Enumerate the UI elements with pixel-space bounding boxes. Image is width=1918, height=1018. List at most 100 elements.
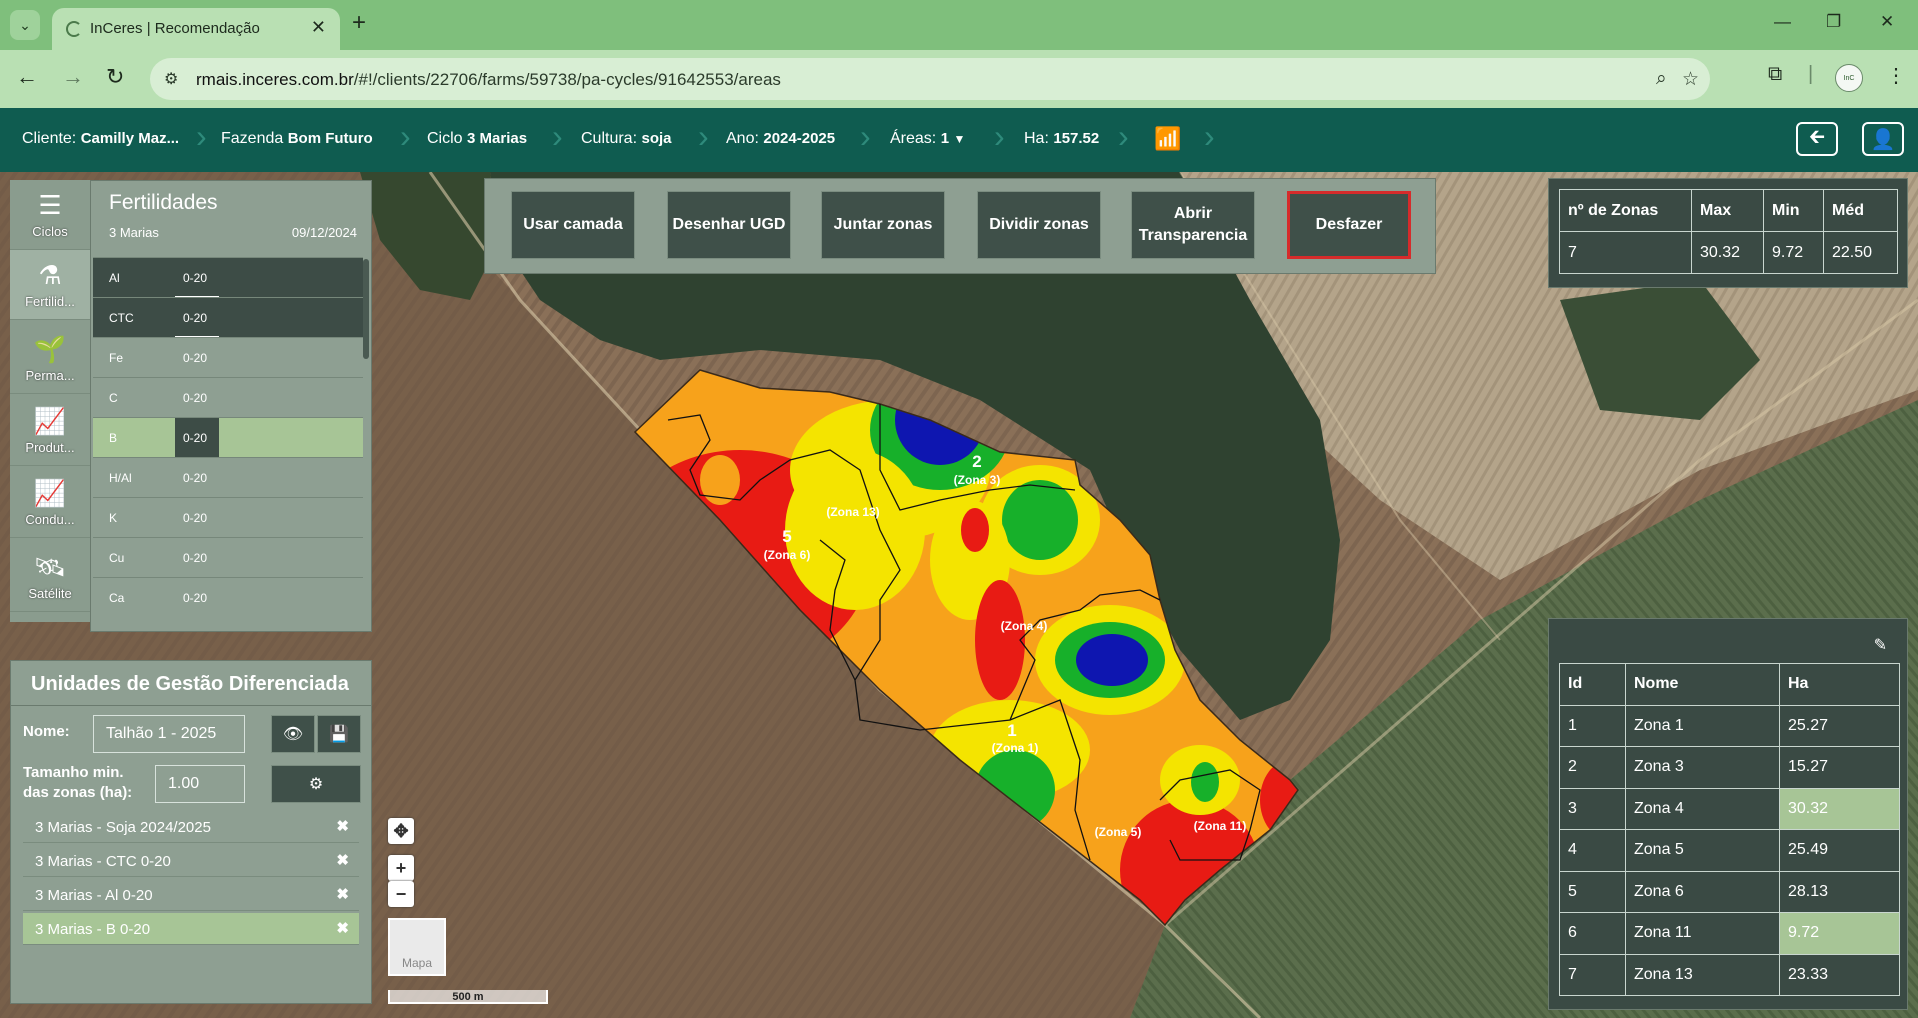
abrir-transparencia-button[interactable]: Abrir Transparencia bbox=[1131, 191, 1255, 259]
stats-cell: 7 bbox=[1559, 231, 1692, 274]
ugd-title: Unidades de Gestão Diferenciada bbox=[31, 673, 349, 695]
panel-subtitle: 3 Marias bbox=[109, 225, 159, 240]
table-row[interactable]: 1 Zona 1 25.27 bbox=[1559, 704, 1900, 747]
save-button[interactable]: 💾 bbox=[317, 715, 361, 753]
generate-zones-button[interactable]: ⚙ bbox=[271, 765, 361, 803]
zone-name: Zona 3 bbox=[1625, 746, 1780, 789]
close-window-icon[interactable]: ✕ bbox=[1880, 12, 1894, 32]
browser-tab[interactable]: InCeres | Recomendação ✕ bbox=[52, 8, 340, 50]
breadcrumb-cliente[interactable]: Cliente: Camilly Maz... bbox=[22, 130, 179, 148]
close-tab-icon[interactable]: ✕ bbox=[311, 17, 326, 38]
fert-depth[interactable]: 0-20 bbox=[175, 378, 219, 418]
fert-depth[interactable]: 0-20 bbox=[175, 458, 219, 498]
layer-item[interactable]: 3 Marias - B 0-20 ✖ bbox=[23, 913, 359, 945]
view-button[interactable]: 👁 bbox=[271, 715, 315, 753]
desenhar-ugd-button[interactable]: Desenhar UGD bbox=[667, 191, 791, 259]
minimize-icon[interactable]: — bbox=[1774, 12, 1791, 32]
scrollbar[interactable] bbox=[363, 259, 369, 359]
breadcrumb-ha: Ha: 157.52 bbox=[1024, 130, 1099, 148]
remove-icon[interactable]: ✖ bbox=[336, 851, 349, 869]
layer-item[interactable]: 3 Marias - CTC 0-20 ✖ bbox=[23, 845, 359, 877]
back-arrow-button[interactable]: 🡰 bbox=[1796, 122, 1838, 156]
table-row[interactable]: 7 Zona 13 23.33 bbox=[1559, 953, 1900, 996]
fert-row[interactable]: Cu 0-20 bbox=[93, 537, 363, 577]
breadcrumb-chevron: › bbox=[994, 118, 1005, 154]
pan-button[interactable]: ✥ bbox=[388, 818, 414, 844]
fert-row[interactable]: K 0-20 bbox=[93, 497, 363, 537]
layer-item[interactable]: 3 Marias - Al 0-20 ✖ bbox=[23, 879, 359, 911]
table-row[interactable]: 6 Zona 11 9.72 bbox=[1559, 912, 1900, 955]
table-row[interactable]: 4 Zona 5 25.49 bbox=[1559, 829, 1900, 872]
min-size-input[interactable] bbox=[155, 765, 245, 803]
fert-row[interactable]: Fe 0-20 bbox=[93, 337, 363, 377]
table-row[interactable]: 5 Zona 6 28.13 bbox=[1559, 870, 1900, 913]
sidebar-item-satelite[interactable]: 🛰 Satélite bbox=[10, 542, 90, 612]
fert-row[interactable]: B 0-20 bbox=[93, 417, 363, 458]
browser-tab-bar: ⌄ InCeres | Recomendação ✕ + — ❐ ✕ bbox=[0, 0, 1918, 50]
breadcrumb-fazenda[interactable]: Fazenda Bom Futuro bbox=[221, 130, 373, 148]
maximize-icon[interactable]: ❐ bbox=[1826, 12, 1841, 32]
breadcrumb-ciclo[interactable]: Ciclo 3 Marias bbox=[427, 130, 527, 148]
sidebar-item-permanentes[interactable]: 🌱 Perma... bbox=[10, 324, 90, 394]
fert-row[interactable]: Ca 0-20 bbox=[93, 577, 363, 617]
fert-row[interactable]: H/Al 0-20 bbox=[93, 457, 363, 497]
browser-address-bar: ← → ↻ ⚙ rmais.inceres.com.br/#!/clients/… bbox=[0, 50, 1918, 108]
fert-depth[interactable]: 0-20 bbox=[175, 578, 219, 618]
layer-label: 3 Marias - Al 0-20 bbox=[35, 887, 153, 904]
forward-icon[interactable]: → bbox=[62, 64, 84, 90]
zone-label-name: (Zona 13) bbox=[826, 505, 879, 519]
fert-depth[interactable]: 0-20 bbox=[175, 298, 219, 338]
zone-id: 3 bbox=[1559, 787, 1626, 830]
remove-icon[interactable]: ✖ bbox=[336, 885, 349, 903]
site-settings-icon[interactable]: ⚙ bbox=[164, 69, 178, 89]
sidebar-item-ciclos[interactable]: ☰ Ciclos bbox=[10, 180, 90, 250]
desfazer-button[interactable]: Desfazer bbox=[1287, 191, 1411, 259]
areas-dropdown[interactable]: Áreas: 1 ▼ bbox=[890, 130, 965, 148]
url-field[interactable]: ⚙ rmais.inceres.com.br/#!/clients/22706/… bbox=[150, 58, 1710, 100]
breadcrumb-ano[interactable]: Ano: 2024-2025 bbox=[726, 130, 835, 148]
reload-icon[interactable]: ↻ bbox=[106, 64, 124, 90]
fert-depth[interactable]: 0-20 bbox=[175, 498, 219, 538]
remove-icon[interactable]: ✖ bbox=[336, 817, 349, 835]
stats-cell: 9.72 bbox=[1763, 231, 1824, 274]
remove-icon[interactable]: ✖ bbox=[336, 919, 349, 937]
zoom-icon[interactable]: ⌕ bbox=[1656, 68, 1667, 90]
zoom-in-button[interactable]: + bbox=[388, 855, 414, 881]
fert-row[interactable]: C 0-20 bbox=[93, 377, 363, 417]
breadcrumb-cultura[interactable]: Cultura: soja bbox=[581, 130, 672, 148]
app-header: Cliente: Camilly Maz... › Fazenda Bom Fu… bbox=[0, 108, 1918, 172]
more-menu-icon[interactable]: ⋮ bbox=[1886, 63, 1906, 88]
user-button[interactable]: 👤 bbox=[1862, 122, 1904, 156]
new-tab-icon[interactable]: + bbox=[352, 9, 366, 37]
sidebar-item-produtividade[interactable]: 📈 Produt... bbox=[10, 396, 90, 466]
table-row[interactable]: 2 Zona 3 15.27 bbox=[1559, 746, 1900, 789]
zoom-out-button[interactable]: − bbox=[388, 881, 414, 907]
bookmark-star-icon[interactable]: ☆ bbox=[1682, 68, 1699, 91]
tab-search-icon[interactable]: ⌄ bbox=[10, 10, 40, 40]
extensions-icon[interactable]: ⧉ bbox=[1768, 63, 1782, 86]
fert-depth[interactable]: 0-20 bbox=[175, 258, 219, 298]
sidebar-item-condutividade[interactable]: 📈 Condu... bbox=[10, 468, 90, 538]
fert-row[interactable]: Al 0-20 bbox=[93, 257, 363, 298]
zone-id: 6 bbox=[1559, 912, 1626, 955]
breadcrumb-chevron: › bbox=[1118, 118, 1129, 154]
sidebar-item-fertilidades[interactable]: ⚗ Fertilid... bbox=[10, 250, 90, 320]
layer-item[interactable]: 3 Marias - Soja 2024/2025 ✖ bbox=[23, 811, 359, 843]
table-row[interactable]: 3 Zona 4 30.32 bbox=[1559, 787, 1900, 830]
fert-row[interactable]: CTC 0-20 bbox=[93, 297, 363, 338]
usar-camada-button[interactable]: Usar camada bbox=[511, 191, 635, 259]
fert-depth[interactable]: 0-20 bbox=[175, 418, 219, 458]
juntar-zonas-button[interactable]: Juntar zonas bbox=[821, 191, 945, 259]
fert-depth[interactable]: 0-20 bbox=[175, 338, 219, 378]
pencil-icon[interactable]: ✎ bbox=[1874, 635, 1887, 655]
dividir-zonas-button[interactable]: Dividir zonas bbox=[977, 191, 1101, 259]
fert-name: CTC bbox=[109, 311, 134, 325]
fert-depth[interactable]: 0-20 bbox=[175, 538, 219, 578]
breadcrumb-chevron: › bbox=[400, 118, 411, 154]
back-icon[interactable]: ← bbox=[16, 64, 38, 90]
eye-icon: 👁 bbox=[282, 726, 304, 743]
profile-avatar[interactable]: InC bbox=[1835, 64, 1863, 92]
basemap-toggle[interactable]: Mapa bbox=[388, 918, 446, 976]
name-input[interactable] bbox=[93, 715, 245, 753]
ano-label: Ano: bbox=[726, 130, 759, 147]
